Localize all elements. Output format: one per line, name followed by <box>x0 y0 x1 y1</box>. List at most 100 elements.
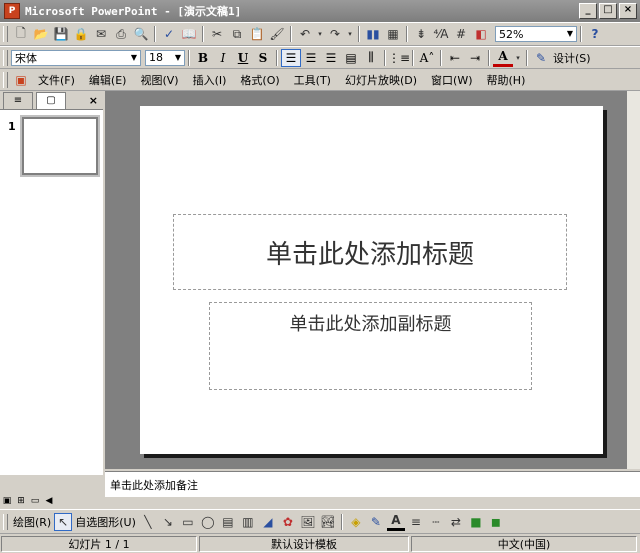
insert-chart-icon[interactable]: ▮▮ <box>364 25 382 43</box>
select-objects-icon[interactable]: ↖ <box>54 512 73 531</box>
copy-icon[interactable]: ⧉ <box>228 25 246 43</box>
title-placeholder[interactable]: 单击此处添加标题 <box>173 214 567 290</box>
textbox-icon[interactable]: ▤ <box>219 513 237 531</box>
permission-icon[interactable]: 🔒 <box>72 25 90 43</box>
slideshow-view-icon[interactable]: ▭ <box>28 495 42 508</box>
fill-color-icon[interactable]: ◈ <box>347 513 365 531</box>
design-icon[interactable]: ✎ <box>532 49 550 67</box>
insert-table-icon[interactable]: ▦ <box>384 25 402 43</box>
tab-outline[interactable]: ≡ <box>3 92 33 109</box>
open-icon[interactable]: 📂 <box>32 25 50 43</box>
toolbar-grip[interactable] <box>3 49 8 66</box>
cut-icon[interactable]: ✂ <box>208 25 226 43</box>
slide-canvas[interactable]: 单击此处添加标题 单击此处添加副标题 <box>140 106 603 454</box>
shadow-button[interactable]: S <box>253 49 273 67</box>
italic-button[interactable]: I <box>213 49 233 67</box>
scroll-left-icon[interactable]: ◀ <box>42 495 56 508</box>
minimize-button[interactable]: _ <box>579 3 597 19</box>
design-button[interactable]: 设计(S) <box>553 50 591 66</box>
menu-tools[interactable]: 工具(T) <box>287 72 338 88</box>
3d-style-icon[interactable]: ◼ <box>487 513 505 531</box>
toolbar-grip[interactable] <box>3 71 8 88</box>
undo-icon[interactable]: ↶ <box>296 25 314 43</box>
clipart-icon[interactable]: 🖼 <box>299 513 317 531</box>
text-direction-icon[interactable]: ⫼ <box>361 49 381 67</box>
align-center-icon[interactable]: ☰ <box>301 49 321 67</box>
line-style-icon[interactable]: ≡ <box>407 513 425 531</box>
format-painter-icon[interactable]: 🖌 <box>268 25 286 43</box>
color-grayscale-icon[interactable]: ◧ <box>472 25 490 43</box>
font-color-icon[interactable]: A <box>386 513 405 531</box>
menu-format[interactable]: 格式(O) <box>233 72 286 88</box>
save-icon[interactable]: 💾 <box>52 25 70 43</box>
arrow-style-icon[interactable]: ⇄ <box>447 513 465 531</box>
show-formatting-icon[interactable]: ⁴⁄A <box>432 25 450 43</box>
font-color-icon[interactable]: A <box>493 49 513 67</box>
redo-icon[interactable]: ↷ <box>326 25 344 43</box>
vertical-textbox-icon[interactable]: ▥ <box>239 513 257 531</box>
line-color-icon[interactable]: ✎ <box>367 513 385 531</box>
undo-dropdown-icon[interactable]: ▾ <box>316 25 324 43</box>
underline-button[interactable]: U <box>233 49 253 67</box>
chevron-down-icon[interactable]: ▼ <box>564 27 576 41</box>
menu-slideshow[interactable]: 幻灯片放映(D) <box>338 72 424 88</box>
diagram-icon[interactable]: ✿ <box>279 513 297 531</box>
arrow-icon[interactable]: ↘ <box>159 513 177 531</box>
menu-help[interactable]: 帮助(H) <box>480 72 533 88</box>
expand-all-icon[interactable]: ⇟ <box>412 25 430 43</box>
line-icon[interactable]: ╲ <box>139 513 157 531</box>
zoom-combo[interactable]: 52% ▼ <box>495 26 577 42</box>
tab-slides[interactable]: ▢ <box>36 92 66 109</box>
shadow-style-icon[interactable]: ■ <box>467 513 485 531</box>
new-icon[interactable]: 🗋 <box>12 25 30 43</box>
bold-button[interactable]: B <box>193 49 213 67</box>
chevron-down-icon[interactable]: ▼ <box>172 51 184 65</box>
document-icon[interactable]: ▣ <box>12 71 30 89</box>
font-color-dropdown-icon[interactable]: ▾ <box>514 49 522 67</box>
align-right-icon[interactable]: ☰ <box>321 49 341 67</box>
bullets-icon[interactable]: ⋮≡ <box>388 49 410 67</box>
rectangle-icon[interactable]: ▭ <box>179 513 197 531</box>
powerpoint-app-icon[interactable]: P <box>4 3 20 19</box>
increase-indent-icon[interactable]: ⇥ <box>465 49 485 67</box>
draw-menu-button[interactable]: 绘图(R) <box>13 514 51 530</box>
toolbar-grip[interactable] <box>3 513 8 530</box>
close-icon[interactable]: × <box>89 93 98 109</box>
chevron-down-icon[interactable]: ▼ <box>128 51 140 65</box>
menu-window[interactable]: 窗口(W) <box>424 72 479 88</box>
dash-style-icon[interactable]: ┄ <box>427 513 445 531</box>
show-grid-icon[interactable]: # <box>452 25 470 43</box>
align-left-icon[interactable]: ☰ <box>281 48 301 67</box>
font-size-combo[interactable]: 18 ▼ <box>145 49 185 66</box>
notes-pane[interactable]: 单击此处添加备注 <box>105 471 640 497</box>
wordart-icon[interactable]: ◢ <box>259 513 277 531</box>
spelling-icon[interactable]: ✓ <box>160 25 178 43</box>
print-icon[interactable]: ⎙ <box>112 25 130 43</box>
slide-thumbnail[interactable] <box>22 117 98 175</box>
distribute-icon[interactable]: ▤ <box>341 49 361 67</box>
menu-file[interactable]: 文件(F) <box>31 72 82 88</box>
email-icon[interactable]: ✉ <box>92 25 110 43</box>
decrease-indent-icon[interactable]: ⇤ <box>445 49 465 67</box>
font-name-combo[interactable]: 宋体 ▼ <box>11 49 141 66</box>
help-icon[interactable]: ? <box>586 25 604 43</box>
increase-font-size-icon[interactable]: A˄ <box>417 49 437 67</box>
paste-icon[interactable]: 📋 <box>248 25 266 43</box>
picture-icon[interactable]: 🏞 <box>319 513 337 531</box>
normal-view-icon[interactable]: ▣ <box>0 495 14 508</box>
status-template[interactable]: 默认设计模板 <box>199 535 409 552</box>
close-button[interactable]: × <box>619 3 637 19</box>
print-preview-icon[interactable]: 🔍 <box>132 25 150 43</box>
redo-dropdown-icon[interactable]: ▾ <box>346 25 354 43</box>
vertical-scrollbar[interactable] <box>627 91 640 469</box>
maximize-button[interactable]: □ <box>599 3 617 19</box>
subtitle-placeholder[interactable]: 单击此处添加副标题 <box>209 302 532 390</box>
menu-insert[interactable]: 插入(I) <box>186 72 234 88</box>
autoshapes-menu-button[interactable]: 自选图形(U) <box>75 514 136 530</box>
menu-edit[interactable]: 编辑(E) <box>82 72 134 88</box>
oval-icon[interactable]: ◯ <box>199 513 217 531</box>
slide-sorter-view-icon[interactable]: ⊞ <box>14 495 28 508</box>
toolbar-grip[interactable] <box>3 26 8 42</box>
research-icon[interactable]: 📖 <box>180 25 198 43</box>
menu-view[interactable]: 视图(V) <box>133 72 185 88</box>
